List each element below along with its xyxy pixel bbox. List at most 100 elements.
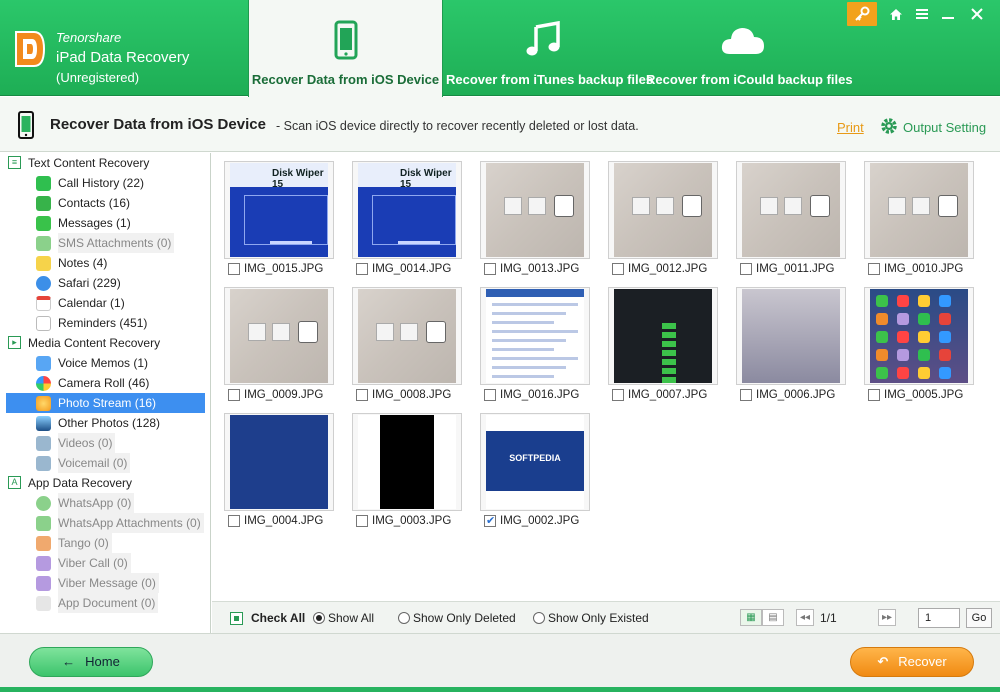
photo-filename: IMG_0010.JPG [884, 263, 964, 275]
photo-preview [742, 163, 840, 257]
output-setting-link[interactable]: Output Setting [903, 120, 986, 135]
photo-thumbnail[interactable]: Disk Wiper 15 [224, 161, 334, 259]
sidebar-item-notes[interactable]: Notes (4) [6, 253, 205, 273]
grid-view-button[interactable]: ▦ [740, 609, 762, 626]
sidebar-item-videos[interactable]: Videos (0) [6, 433, 205, 453]
photo-thumbnail[interactable] [736, 161, 846, 259]
sidebar-item-viber-message[interactable]: Viber Message (0) [6, 573, 205, 593]
photo-filename: IMG_0014.JPG [372, 263, 452, 275]
photo-thumbnail[interactable] [736, 287, 846, 385]
photo-thumbnail[interactable] [224, 413, 334, 511]
photo-thumbnail[interactable] [864, 287, 974, 385]
recover-button[interactable]: ↶ Recover [850, 647, 974, 677]
sidebar-item-contacts[interactable]: Contacts (16) [6, 193, 205, 213]
photo-select-checkbox[interactable] [484, 263, 496, 275]
minimize-icon [942, 17, 954, 19]
sidebar-item-voice-memos[interactable]: Voice Memos (1) [6, 353, 205, 373]
sidebar-item-whatsapp-attachments[interactable]: WhatsApp Attachments (0) [6, 513, 205, 533]
sidebar-item-voicemail[interactable]: Voicemail (0) [6, 453, 205, 473]
photo-thumbnail[interactable] [608, 287, 718, 385]
photo-filename: IMG_0006.JPG [756, 389, 836, 401]
notes-icon [36, 256, 51, 271]
photo-select-checkbox[interactable] [228, 263, 240, 275]
next-page-button[interactable]: ▸▸ [878, 609, 896, 626]
phone-icon [334, 20, 357, 60]
sidebar-item-viber-call[interactable]: Viber Call (0) [6, 553, 205, 573]
check-all-checkbox[interactable] [230, 612, 243, 625]
photo-select-checkbox[interactable] [484, 389, 496, 401]
previous-page-button[interactable]: ◂◂ [796, 609, 814, 626]
photo-select-checkbox[interactable] [868, 263, 880, 275]
sidebar-item-photo-stream[interactable]: Photo Stream (16) [6, 393, 205, 413]
photo-select-checkbox[interactable] [612, 263, 624, 275]
photo-preview [870, 289, 968, 383]
app-logo-icon [15, 31, 46, 67]
show-all-radio[interactable] [313, 612, 325, 624]
photo-thumbnail[interactable] [352, 413, 462, 511]
photo-preview [870, 163, 968, 257]
photo-filename: IMG_0002.JPG [500, 515, 580, 527]
sidebar-item-messages[interactable]: Messages (1) [6, 213, 205, 233]
gear-icon[interactable] [880, 117, 898, 135]
category-app-data[interactable]: A App Data Recovery [0, 473, 211, 493]
sidebar-item-safari[interactable]: Safari (229) [6, 273, 205, 293]
show-only-existed-radio[interactable] [533, 612, 545, 624]
sidebar-item-calendar[interactable]: Calendar (1) [6, 293, 205, 313]
sidebar-item-camera-roll[interactable]: Camera Roll (46) [6, 373, 205, 393]
sidebar-item-other-photos[interactable]: Other Photos (128) [6, 413, 205, 433]
photo-preview: Disk Wiper 15 [358, 163, 456, 257]
photo-select-checkbox[interactable] [740, 389, 752, 401]
undo-arrow-icon: ↶ [877, 654, 889, 669]
photo-select-checkbox[interactable] [356, 389, 368, 401]
close-button[interactable] [966, 4, 988, 24]
sidebar-item-whatsapp[interactable]: WhatsApp (0) [6, 493, 205, 513]
compass-icon [36, 276, 51, 291]
tango-icon [36, 536, 51, 551]
photo-select-checkbox[interactable] [740, 263, 752, 275]
photo-select-checkbox[interactable] [228, 389, 240, 401]
tab-recover-itunes-backup[interactable]: Recover from iTunes backup files [446, 0, 653, 96]
tab-recover-ios-device[interactable]: Recover Data from iOS Device [248, 0, 443, 97]
tab-recover-icloud-backup[interactable]: Recover from iCould backup files [646, 0, 853, 96]
photo-select-checkbox[interactable] [356, 263, 368, 275]
home-window-button[interactable] [885, 4, 907, 24]
check-all-label[interactable]: Check All [251, 611, 305, 625]
photo-select-checkbox[interactable] [356, 515, 368, 527]
photo-thumbnail[interactable] [608, 161, 718, 259]
page-indicator: 1/1 [820, 611, 837, 625]
minimize-button[interactable] [937, 4, 959, 24]
category-media-content[interactable]: ▸ Media Content Recovery [0, 333, 211, 353]
photo-thumbnail[interactable] [480, 287, 590, 385]
sidebar-item-reminders[interactable]: Reminders (451) [6, 313, 205, 333]
list-view-button[interactable]: ▤ [762, 609, 784, 626]
photo-select-checkbox[interactable] [612, 389, 624, 401]
register-key-button[interactable] [847, 2, 877, 26]
category-text-content[interactable]: ≡ Text Content Recovery [0, 153, 211, 173]
tab-label: Recover from iCould backup files [646, 72, 853, 87]
show-only-deleted-radio[interactable] [398, 612, 410, 624]
menu-button[interactable] [911, 4, 933, 24]
page-number-input[interactable]: 1 [918, 608, 960, 628]
show-only-deleted-label[interactable]: Show Only Deleted [413, 611, 516, 625]
sidebar-item-tango[interactable]: Tango (0) [6, 533, 205, 553]
last-page-icon: ▸▸ [881, 612, 893, 623]
print-link[interactable]: Print [837, 120, 864, 135]
photo-preview [486, 289, 584, 383]
photo-select-checkbox[interactable] [484, 513, 496, 529]
photo-thumbnail[interactable] [864, 161, 974, 259]
category-sidebar: ≡ Text Content Recovery Call History (22… [0, 153, 211, 633]
sidebar-item-sms-attachments[interactable]: SMS Attachments (0) [6, 233, 205, 253]
photo-select-checkbox[interactable] [228, 515, 240, 527]
sidebar-item-app-document[interactable]: App Document (0) [6, 593, 205, 613]
photo-thumbnail[interactable]: Disk Wiper 15 [352, 161, 462, 259]
show-all-label[interactable]: Show All [328, 611, 374, 625]
go-button[interactable]: Go [966, 608, 992, 628]
sidebar-item-call-history[interactable]: Call History (22) [6, 173, 205, 193]
photo-thumbnail[interactable]: SOFTPEDIA [480, 413, 590, 511]
photo-select-checkbox[interactable] [868, 389, 880, 401]
photo-thumbnail[interactable] [352, 287, 462, 385]
show-only-existed-label[interactable]: Show Only Existed [548, 611, 649, 625]
photo-thumbnail[interactable] [480, 161, 590, 259]
home-button[interactable]: ← Home [29, 647, 153, 677]
photo-thumbnail[interactable] [224, 287, 334, 385]
